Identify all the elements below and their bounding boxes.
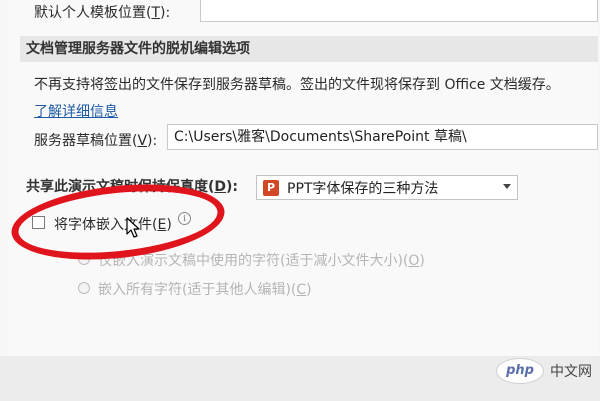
embed-all-chars-label[interactable]: 嵌入所有字符(适于其他人编辑)(C) xyxy=(98,279,312,299)
embed-used-chars-radio[interactable] xyxy=(78,253,90,265)
offline-section-header: 文档管理服务器文件的脱机编辑选项 xyxy=(20,36,598,62)
embed-used-chars-label[interactable]: 仅嵌入演示文稿中使用的字符(适于减小文件大小)(O) xyxy=(98,250,425,270)
template-location-input[interactable] xyxy=(200,0,598,22)
mouse-cursor-icon xyxy=(126,217,140,238)
learn-more-link[interactable]: 了解详细信息 xyxy=(34,101,118,121)
presentation-select-value: PPT字体保存的三种方法 xyxy=(287,180,439,197)
server-drafts-value: C:\Users\雅客\Documents\SharePoint 草稿\ xyxy=(174,129,467,145)
embed-fonts-checkbox[interactable] xyxy=(32,216,45,229)
ppt-file-icon: P xyxy=(263,179,279,196)
php-logo: php xyxy=(496,358,544,384)
offline-notice-text: 不再支持将签出的文件保存到服务器草稿。签出的文件现将保存到 Office 文档缓… xyxy=(34,77,560,93)
server-drafts-label: 服务器草稿位置(V): xyxy=(34,133,158,149)
template-location-label: 默认个人模板位置(T): xyxy=(34,5,171,21)
embed-all-chars-radio[interactable] xyxy=(78,282,90,294)
chevron-down-icon[interactable] xyxy=(503,184,511,189)
watermark: php 中文网 xyxy=(496,356,592,386)
server-drafts-input[interactable]: C:\Users\雅客\Documents\SharePoint 草稿\ xyxy=(167,124,598,150)
watermark-text: 中文网 xyxy=(550,364,592,380)
embed-fonts-label[interactable]: 将字体嵌入文件(E) xyxy=(54,214,172,234)
info-icon[interactable]: i xyxy=(178,212,191,225)
presentation-select[interactable]: P PPT字体保存的三种方法 xyxy=(256,175,518,200)
